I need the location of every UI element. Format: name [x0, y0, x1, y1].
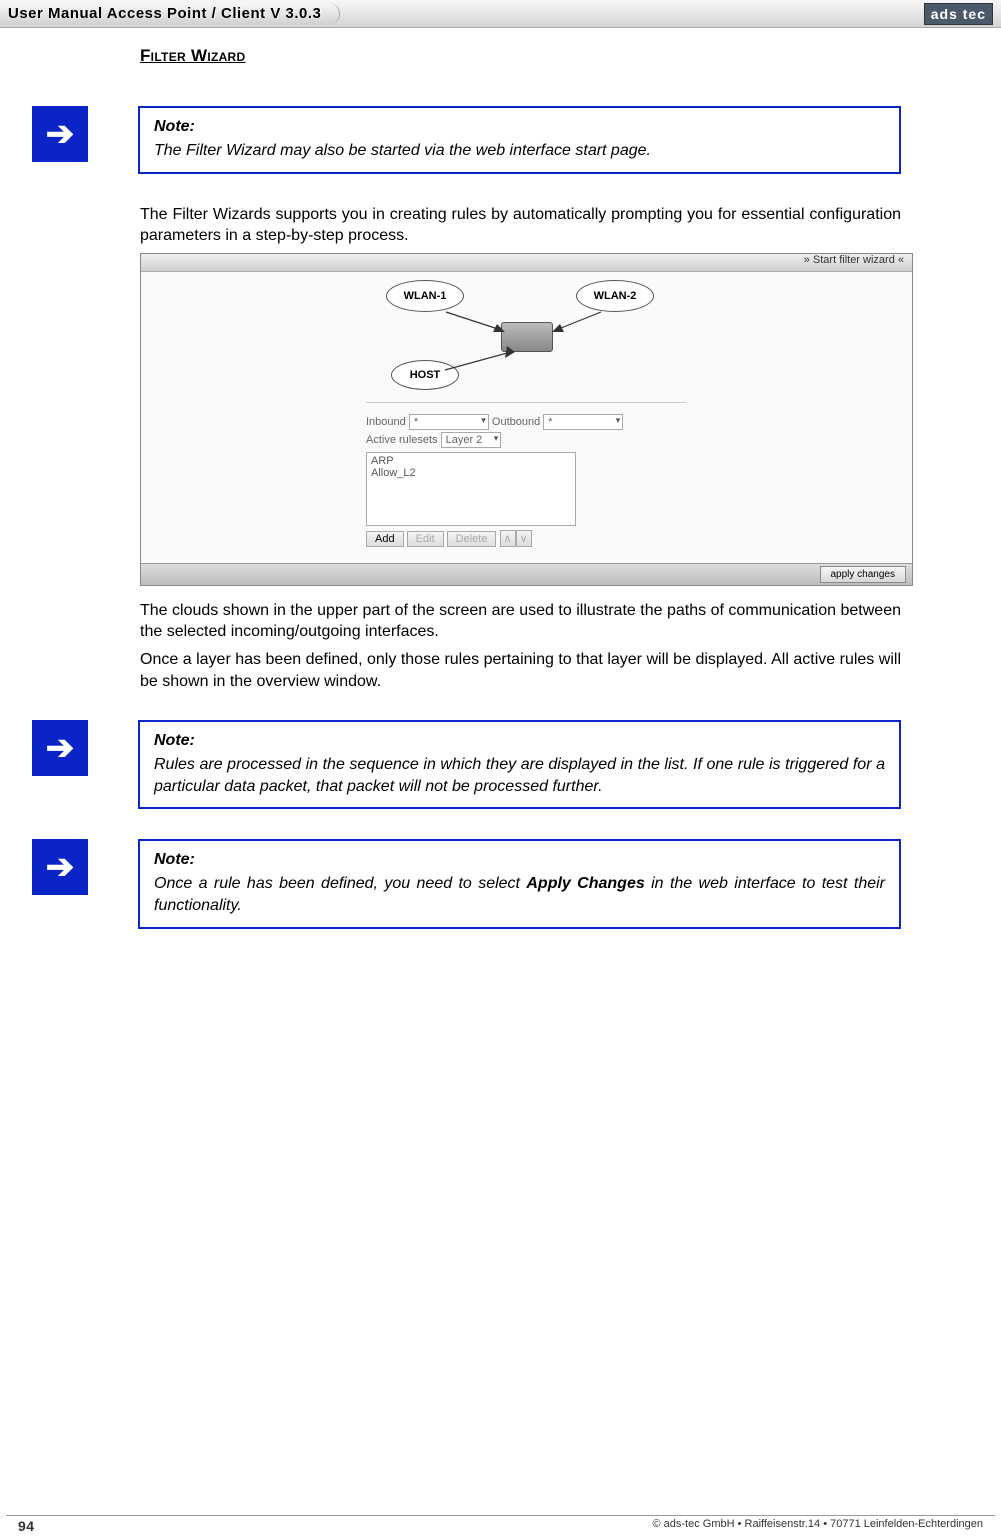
paragraph-3: Once a layer has been defined, only thos… [140, 649, 901, 692]
note-box: Note: The Filter Wizard may also be star… [138, 106, 901, 174]
separator-line [366, 402, 686, 403]
down-button[interactable]: ∨ [516, 530, 532, 547]
note-3: ➔ Note: Once a rule has been defined, yo… [32, 839, 901, 928]
ss-body: WLAN-1 WLAN-2 HOST Inbound * Outbound * … [141, 272, 912, 563]
note-label: Note: [154, 732, 885, 750]
note-box: Note: Once a rule has been defined, you … [138, 839, 901, 928]
note-box: Note: Rules are processed in the sequenc… [138, 720, 901, 809]
active-rulesets-value: Layer 2 [446, 434, 483, 446]
note3-strong: Apply Changes [526, 875, 644, 892]
delete-button[interactable]: Delete [447, 531, 497, 547]
outbound-select[interactable]: * [543, 414, 623, 430]
note-arrow-icon: ➔ [32, 720, 88, 776]
up-button[interactable]: ∧ [500, 530, 516, 547]
header-title: User Manual Access Point / Client V 3.0.… [8, 5, 321, 22]
active-rulesets-select[interactable]: Layer 2 [441, 432, 502, 448]
apply-changes-button[interactable]: apply changes [820, 566, 907, 583]
note3-pre: Once a rule has been defined, you need t… [154, 875, 526, 892]
screenshot: » Start filter wizard « WLAN-1 WLAN-2 HO… [140, 253, 913, 586]
list-item[interactable]: ARP [371, 455, 571, 467]
section-title: Filter Wizard [140, 46, 901, 66]
list-item[interactable]: Allow_L2 [371, 467, 571, 479]
note-text: Rules are processed in the sequence in w… [154, 754, 885, 797]
header-bar: User Manual Access Point / Client V 3.0.… [0, 0, 1001, 28]
note-text: Once a rule has been defined, you need t… [154, 873, 885, 916]
outbound-label: Outbound [492, 416, 540, 428]
inbound-outbound-row: Inbound * Outbound * [366, 414, 623, 430]
start-filter-wizard-link[interactable]: » Start filter wizard « [804, 254, 904, 266]
copyright: © ads-tec GmbH • Raiffeisenstr.14 • 7077… [652, 1518, 983, 1534]
outbound-value: * [548, 416, 552, 428]
note-text: The Filter Wizard may also be started vi… [154, 140, 885, 162]
logo: ads tec [924, 3, 1001, 25]
footer: 94 © ads-tec GmbH • Raiffeisenstr.14 • 7… [6, 1515, 995, 1534]
note-arrow-icon: ➔ [32, 106, 88, 162]
note-arrow-icon: ➔ [32, 839, 88, 895]
connection-lines [141, 272, 913, 412]
rules-listbox[interactable]: ARP Allow_L2 [366, 452, 576, 526]
note-1: ➔ Note: The Filter Wizard may also be st… [32, 106, 901, 174]
ss-topbar: » Start filter wizard « [141, 254, 912, 272]
logo-box: ads tec [924, 3, 993, 25]
note-label: Note: [154, 851, 885, 869]
logo-text: ads tec [931, 6, 986, 22]
inbound-label: Inbound [366, 416, 406, 428]
paragraph-2: The clouds shown in the upper part of th… [140, 600, 901, 643]
ss-bottombar: apply changes [141, 563, 912, 585]
rules-toolbar: Add Edit Delete ∧∨ [366, 530, 532, 547]
note-label: Note: [154, 118, 885, 136]
inbound-select[interactable]: * [409, 414, 489, 430]
active-rulesets-label: Active rulesets [366, 434, 438, 446]
add-button[interactable]: Add [366, 531, 404, 547]
header-title-wrap: User Manual Access Point / Client V 3.0.… [0, 3, 340, 25]
page-number: 94 [18, 1518, 35, 1534]
edit-button[interactable]: Edit [407, 531, 444, 547]
paragraph-1: The Filter Wizards supports you in creat… [140, 204, 901, 247]
note-2: ➔ Note: Rules are processed in the seque… [32, 720, 901, 809]
inbound-value: * [414, 416, 418, 428]
content: Filter Wizard ➔ Note: The Filter Wizard … [0, 28, 1001, 929]
active-rulesets-row: Active rulesets Layer 2 [366, 432, 501, 448]
